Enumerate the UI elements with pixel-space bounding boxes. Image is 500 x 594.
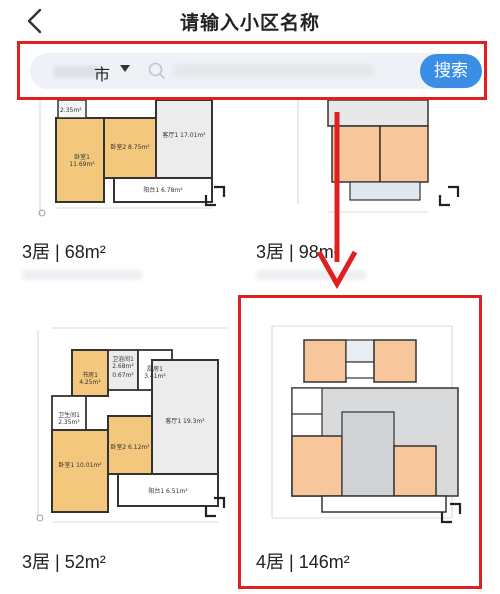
expand-icon[interactable] <box>204 496 226 518</box>
search-icon <box>148 62 166 80</box>
expand-icon[interactable] <box>440 502 462 524</box>
floor-plan-image <box>252 312 474 528</box>
listing-card-4[interactable]: 4居 | 146m² <box>252 312 474 582</box>
search-bar: 市 搜索 <box>30 53 482 89</box>
page-title: 请输入小区名称 <box>179 12 320 34</box>
room-label: 2.35m² <box>60 107 82 114</box>
expand-icon[interactable] <box>438 185 460 207</box>
room-label: 卧室1 10.01m² <box>58 462 102 469</box>
room-label: 卧室2 8.75m² <box>110 144 150 151</box>
top-bar: 请输入小区名称 <box>0 0 500 42</box>
room-label: 阳台1 6.51m² <box>148 488 188 495</box>
city-selector[interactable]: 市 <box>94 61 110 85</box>
layout-label: 3居 | 68m² <box>22 242 106 262</box>
dropdown-caret-icon[interactable] <box>120 65 130 72</box>
listing-name-blurred <box>22 270 142 280</box>
room-label: 卫生间1 2.35m² <box>58 412 80 426</box>
annotation-arrow <box>314 112 360 290</box>
search-bar-highlight: 市 搜索 <box>17 41 487 100</box>
listing-card-2[interactable]: 3居 | 98m² <box>256 100 480 290</box>
room-label: 客厅1 17.01m² <box>162 132 206 139</box>
room-label: 0.67m² <box>112 372 134 379</box>
room-label: 阳台1 6.78m² <box>143 187 183 194</box>
room-label: 书房1 4.25m² <box>79 372 101 386</box>
room-label: 卧室2 6.12m² <box>110 444 150 451</box>
expand-icon[interactable] <box>204 185 226 207</box>
room-label: 卧室1 11.69m² <box>69 154 95 168</box>
layout-label: 4居 | 146m² <box>256 552 350 572</box>
listing-card-1[interactable]: 2.35m² 卧室1 11.69m² 卧室2 8.75m² 客厅1 17.01m… <box>22 100 238 290</box>
room-label: 厨房1 3.41m² <box>144 366 166 380</box>
room-label: 卫浴间1 2.68m² <box>112 356 134 370</box>
listing-card-3[interactable]: 卫浴间1 2.68m² 0.67m² 书房1 4.25m² 厨房1 3.41m²… <box>22 320 238 580</box>
room-label: 客厅1 19.3m² <box>165 418 205 425</box>
search-button[interactable]: 搜索 <box>420 54 482 88</box>
layout-label: 3居 | 52m² <box>22 552 106 572</box>
search-input[interactable] <box>174 57 410 85</box>
